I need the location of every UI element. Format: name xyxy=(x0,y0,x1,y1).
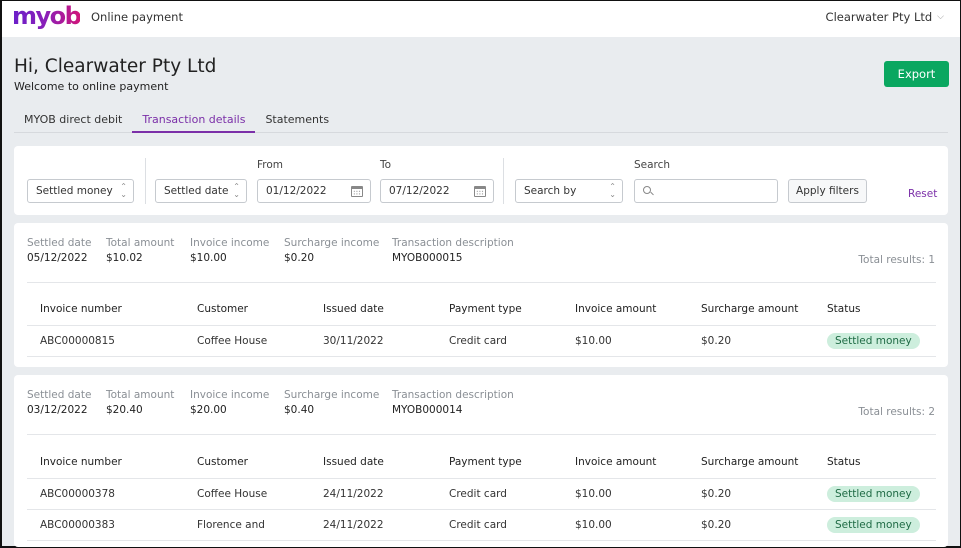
from-date-input[interactable]: 01/12/2022 xyxy=(257,179,371,203)
company-switcher[interactable]: Clearwater Pty Ltd ⌵ xyxy=(826,10,944,24)
myob-logo[interactable]: myob xyxy=(12,2,82,30)
search-input[interactable] xyxy=(634,179,778,203)
page-title: Hi, Clearwater Pty Ltd xyxy=(14,56,217,77)
company-name: Clearwater Pty Ltd xyxy=(825,10,933,24)
column-header[interactable]: Customer xyxy=(184,294,310,326)
filter-panel: Settled money ⌃ ⌄ Settled date ⌃ ⌄ From 01… xyxy=(14,146,948,215)
payment-type: Credit card xyxy=(436,478,562,510)
customer: Coffee House xyxy=(184,325,310,357)
column-header[interactable]: Issued date xyxy=(310,294,436,326)
export-button[interactable]: Export xyxy=(884,61,949,87)
surcharge-income: $0.20 xyxy=(284,252,315,264)
column-header[interactable]: Invoice amount xyxy=(562,447,688,479)
from-label: From xyxy=(257,159,284,171)
up-down-icon: ⌃ ⌄ xyxy=(609,182,616,199)
total-results: Total results: 1 xyxy=(858,254,935,266)
column-header[interactable]: Issued date xyxy=(310,447,436,479)
total-amount: $10.02 xyxy=(106,252,143,264)
divider xyxy=(27,434,936,435)
divider xyxy=(145,158,146,204)
transaction-description: MYOB000015 xyxy=(392,252,463,264)
app-name: Online payment xyxy=(91,10,183,24)
tab-myob-direct-debit[interactable]: MYOB direct debit xyxy=(14,107,132,133)
up-down-icon: ⌃ ⌄ xyxy=(120,182,127,199)
surcharge-amount: $0.20 xyxy=(688,478,814,510)
tab-statements[interactable]: Statements xyxy=(255,107,339,133)
table-header-row: Invoice number Customer Issued date Paym… xyxy=(27,294,936,326)
invoice-income: $10.00 xyxy=(190,252,227,264)
apply-filters-button[interactable]: Apply filters xyxy=(788,179,867,203)
calendar-icon[interactable] xyxy=(351,186,363,197)
tab-bar: MYOB direct debit Transaction details St… xyxy=(14,107,948,133)
status-select[interactable]: Settled money ⌃ ⌄ xyxy=(27,179,134,203)
divider xyxy=(27,282,936,283)
issued-date: 24/11/2022 xyxy=(310,478,436,510)
invoice-number: ABC00000383 xyxy=(27,509,184,541)
settled-date: 05/12/2022 xyxy=(27,252,88,264)
column-header[interactable]: Status xyxy=(814,447,936,479)
surcharge-amount: $0.20 xyxy=(688,509,814,541)
surcharge-amount: $0.20 xyxy=(688,325,814,357)
column-header[interactable]: Payment type xyxy=(436,447,562,479)
column-header[interactable]: Status xyxy=(814,294,936,326)
column-header[interactable]: Invoice amount xyxy=(562,294,688,326)
invoice-table: Invoice number Customer Issued date Paym… xyxy=(27,294,936,357)
up-down-icon: ⌃ ⌄ xyxy=(233,182,240,199)
tab-transaction-details[interactable]: Transaction details xyxy=(132,107,256,133)
column-header[interactable]: Payment type xyxy=(436,294,562,326)
payment-type: Credit card xyxy=(436,509,562,541)
page-subtitle: Welcome to online payment xyxy=(14,80,169,93)
table-row[interactable]: ABC00000378 Coffee House 24/11/2022 Cred… xyxy=(27,478,936,510)
settled-date: 03/12/2022 xyxy=(27,404,88,416)
column-header[interactable]: Surcharge amount xyxy=(688,447,814,479)
chevron-down-icon: ⌵ xyxy=(937,12,944,22)
search-label: Search xyxy=(634,159,671,171)
transaction-summary: Settled date 03/12/2022 Total amount $20… xyxy=(27,389,514,416)
transaction-card: Settled date 05/12/2022 Total amount $10… xyxy=(14,223,948,367)
divider xyxy=(503,158,504,204)
date-type-select[interactable]: Settled date ⌃ ⌄ xyxy=(155,179,247,203)
invoice-amount: $10.00 xyxy=(562,478,688,510)
search-by-select[interactable]: Search by ⌃ ⌄ xyxy=(515,179,623,203)
invoice-table: Invoice number Customer Issued date Paym… xyxy=(27,447,936,541)
top-bar: myob Online payment Clearwater Pty Ltd ⌵ xyxy=(2,1,960,37)
issued-date: 24/11/2022 xyxy=(310,509,436,541)
status-badge: Settled money xyxy=(827,485,920,502)
to-date-input[interactable]: 07/12/2022 xyxy=(380,179,494,203)
invoice-number: ABC00000815 xyxy=(27,325,184,357)
reset-link[interactable]: Reset xyxy=(908,188,937,200)
search-icon xyxy=(643,186,651,194)
total-amount: $20.40 xyxy=(106,404,143,416)
status-badge: Settled money xyxy=(827,332,920,349)
total-results: Total results: 2 xyxy=(858,406,935,418)
to-label: To xyxy=(380,159,392,171)
status-badge: Settled money xyxy=(827,516,920,533)
invoice-income: $20.00 xyxy=(190,404,227,416)
transaction-description: MYOB000014 xyxy=(392,404,463,416)
column-header[interactable]: Surcharge amount xyxy=(688,294,814,326)
column-header[interactable]: Invoice number xyxy=(27,294,184,326)
column-header[interactable]: Invoice number xyxy=(27,447,184,479)
customer: Coffee House xyxy=(184,478,310,510)
transaction-summary: Settled date 05/12/2022 Total amount $10… xyxy=(27,237,514,264)
surcharge-income: $0.40 xyxy=(284,404,315,416)
invoice-amount: $10.00 xyxy=(562,509,688,541)
calendar-icon[interactable] xyxy=(474,186,486,197)
table-row[interactable]: ABC00000383 Florence and 24/11/2022 Cred… xyxy=(27,509,936,541)
customer: Florence and xyxy=(184,509,310,541)
table-row[interactable]: ABC00000815 Coffee House 30/11/2022 Cred… xyxy=(27,325,936,357)
table-header-row: Invoice number Customer Issued date Paym… xyxy=(27,447,936,479)
issued-date: 30/11/2022 xyxy=(310,325,436,357)
column-header[interactable]: Customer xyxy=(184,447,310,479)
transaction-card: Settled date 03/12/2022 Total amount $20… xyxy=(14,375,948,547)
invoice-number: ABC00000378 xyxy=(27,478,184,510)
payment-type: Credit card xyxy=(436,325,562,357)
invoice-amount: $10.00 xyxy=(562,325,688,357)
